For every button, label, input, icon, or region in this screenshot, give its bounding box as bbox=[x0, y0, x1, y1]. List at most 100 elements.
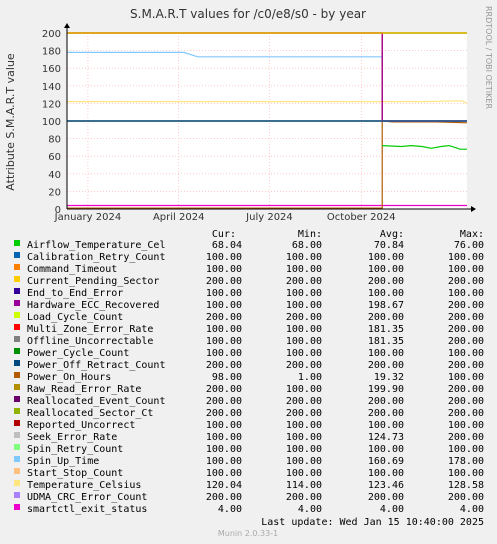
legend-min-value: 100.00 bbox=[286, 384, 322, 395]
legend-min-value: 100.00 bbox=[286, 444, 322, 455]
legend-min-value: 114.00 bbox=[286, 480, 322, 491]
legend-cur-value: 200.00 bbox=[206, 492, 242, 503]
legend-cur-value: 4.00 bbox=[218, 504, 242, 515]
legend-avg-value: 200.00 bbox=[368, 492, 404, 503]
legend-avg-value: 181.35 bbox=[368, 324, 404, 335]
legend-avg-value: 200.00 bbox=[368, 312, 404, 323]
legend-avg-value: 19.32 bbox=[374, 372, 404, 383]
legend-swatch bbox=[14, 504, 20, 510]
legend-swatch bbox=[14, 480, 20, 486]
legend-series-name: Hardware_ECC_Recovered bbox=[27, 300, 159, 311]
legend-max-value: 200.00 bbox=[448, 324, 484, 335]
legend-cur-value: 100.00 bbox=[206, 348, 242, 359]
legend-swatch bbox=[14, 456, 20, 462]
legend-series-name: UDMA_CRC_Error_Count bbox=[27, 492, 147, 503]
legend-cur-value: 98.00 bbox=[212, 372, 242, 383]
legend-avg-value: 100.00 bbox=[368, 288, 404, 299]
legend-max-value: 100.00 bbox=[448, 468, 484, 479]
legend-swatch bbox=[14, 264, 20, 270]
legend-max-value: 200.00 bbox=[448, 300, 484, 311]
legend-series-name: Raw_Read_Error_Rate bbox=[27, 384, 141, 395]
legend-min-value: 1.00 bbox=[298, 372, 322, 383]
legend-min-value: 100.00 bbox=[286, 348, 322, 359]
legend-avg-value: 200.00 bbox=[368, 408, 404, 419]
legend-max-value: 200.00 bbox=[448, 432, 484, 443]
legend-series-name: Power_Cycle_Count bbox=[27, 348, 129, 359]
legend-max-value: 100.00 bbox=[448, 348, 484, 359]
legend-max-value: 200.00 bbox=[448, 276, 484, 287]
x-tick-label: April 2024 bbox=[153, 212, 204, 223]
legend-series-name: Spin_Up_Time bbox=[27, 456, 99, 467]
y-tick-label: 160 bbox=[42, 64, 61, 75]
x-tick-label: July 2024 bbox=[245, 212, 293, 223]
legend-min-value: 200.00 bbox=[286, 396, 322, 407]
legend-swatch bbox=[14, 312, 20, 318]
legend-min-value: 200.00 bbox=[286, 408, 322, 419]
legend-cur-value: 200.00 bbox=[206, 396, 242, 407]
legend-swatch bbox=[14, 372, 20, 378]
legend-swatch bbox=[14, 432, 20, 438]
legend-series-name: Seek_Error_Rate bbox=[27, 432, 117, 443]
legend-swatch bbox=[14, 252, 20, 258]
legend-swatch bbox=[14, 408, 20, 414]
legend-swatch bbox=[14, 348, 20, 354]
legend-avg-value: 181.35 bbox=[368, 336, 404, 347]
legend-min-value: 100.00 bbox=[286, 324, 322, 335]
legend-series-name: Calibration_Retry_Count bbox=[27, 252, 165, 263]
legend-cur-value: 100.00 bbox=[206, 264, 242, 275]
rrdtool-label: RRDTOOL / TOBI OETIKER bbox=[484, 6, 493, 109]
legend-max-value: 200.00 bbox=[448, 396, 484, 407]
y-tick-label: 180 bbox=[42, 47, 61, 58]
y-tick-label: 200 bbox=[42, 29, 61, 40]
legend-series-name: Multi_Zone_Error_Rate bbox=[27, 324, 153, 335]
legend-swatch bbox=[14, 276, 20, 282]
legend-max-value: 200.00 bbox=[448, 384, 484, 395]
legend-max-value: 100.00 bbox=[448, 288, 484, 299]
legend-avg-value: 100.00 bbox=[368, 264, 404, 275]
legend-avg-value: 200.00 bbox=[368, 276, 404, 287]
legend-max-value: 200.00 bbox=[448, 312, 484, 323]
legend-cur-value: 100.00 bbox=[206, 336, 242, 347]
legend-series-name: Spin_Retry_Count bbox=[27, 444, 123, 455]
last-update: Last update: Wed Jan 15 10:40:00 2025 bbox=[261, 517, 484, 528]
legend-cur-value: 100.00 bbox=[206, 252, 242, 263]
legend-max-value: 200.00 bbox=[448, 336, 484, 347]
legend-swatch bbox=[14, 324, 20, 330]
legend-min-value: 200.00 bbox=[286, 492, 322, 503]
legend-cur-value: 100.00 bbox=[206, 324, 242, 335]
legend-series-name: Power_Off_Retract_Count bbox=[27, 360, 165, 371]
legend-swatch bbox=[14, 420, 20, 426]
legend-min-value: 200.00 bbox=[286, 360, 322, 371]
y-tick-label: 60 bbox=[48, 152, 61, 163]
legend-swatch bbox=[14, 492, 20, 498]
legend-swatch bbox=[14, 396, 20, 402]
legend-min-value: 100.00 bbox=[286, 252, 322, 263]
legend-series-name: smartctl_exit_status bbox=[27, 504, 147, 515]
legend-swatch bbox=[14, 288, 20, 294]
legend-swatch bbox=[14, 468, 20, 474]
legend-cur-value: 100.00 bbox=[206, 420, 242, 431]
x-tick-label: January 2024 bbox=[54, 212, 122, 223]
legend-min-value: 4.00 bbox=[298, 504, 322, 515]
legend-avg-value: 123.46 bbox=[368, 480, 404, 491]
legend-series-name: Current_Pending_Sector bbox=[27, 276, 159, 287]
legend-avg-value: 124.73 bbox=[368, 432, 404, 443]
legend-cur-value: 120.04 bbox=[206, 480, 242, 491]
legend-series-name: Reallocated_Event_Count bbox=[27, 396, 165, 407]
legend-max-value: 100.00 bbox=[448, 372, 484, 383]
legend-max-value: 4.00 bbox=[460, 504, 484, 515]
legend-series-name: Airflow_Temperature_Cel bbox=[27, 240, 165, 251]
y-tick-label: 120 bbox=[42, 99, 61, 110]
chart-title: S.M.A.R.T values for /c0/e8/s0 - by year bbox=[130, 7, 366, 21]
legend-cur-value: 200.00 bbox=[206, 312, 242, 323]
legend-swatch bbox=[14, 336, 20, 342]
legend-max-value: 76.00 bbox=[454, 240, 484, 251]
legend-cur-value: 68.04 bbox=[212, 240, 242, 251]
legend-avg-value: 70.84 bbox=[374, 240, 404, 251]
y-tick-label: 20 bbox=[48, 187, 61, 198]
legend-avg-value: 199.90 bbox=[368, 384, 404, 395]
y-axis-title: Attribute S.M.A.R.T value bbox=[4, 53, 17, 191]
legend-min-value: 100.00 bbox=[286, 456, 322, 467]
legend-min-value: 100.00 bbox=[286, 432, 322, 443]
legend-header-min: Min: bbox=[298, 229, 322, 240]
